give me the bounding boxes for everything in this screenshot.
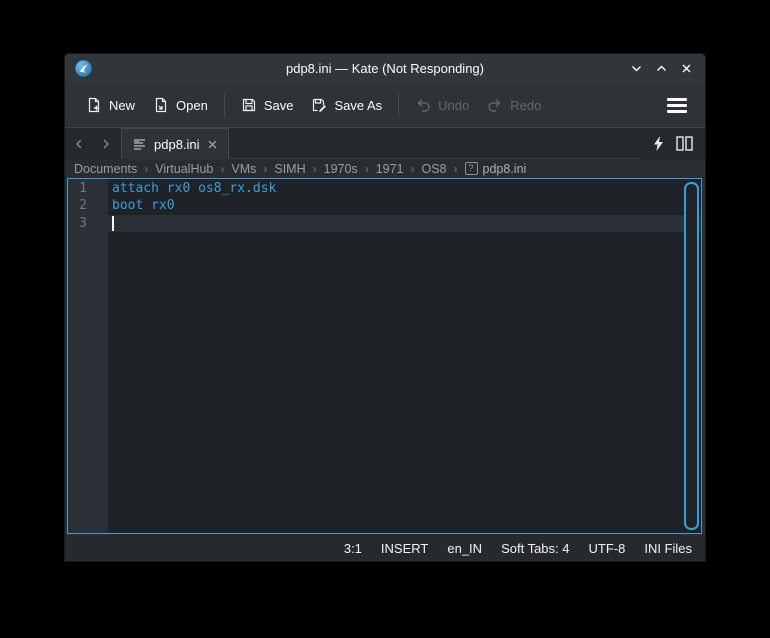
- breadcrumb-separator: ›: [411, 162, 415, 176]
- split-view-icon[interactable]: [676, 136, 693, 151]
- undo-button[interactable]: Undo: [406, 91, 478, 119]
- status-dictionary[interactable]: en_IN: [446, 539, 483, 558]
- code-line-2: boot rx0: [108, 197, 701, 214]
- open-document-icon: [153, 97, 169, 113]
- tab-forward-button[interactable]: [92, 128, 119, 159]
- tab-label: pdp8.ini: [154, 137, 200, 152]
- status-tab-width[interactable]: Soft Tabs: 4: [500, 539, 570, 558]
- line-number: 1: [68, 180, 87, 197]
- breadcrumb-separator: ›: [313, 162, 317, 176]
- undo-icon: [415, 97, 431, 113]
- code-line-1: attach rx0 os8_rx.dsk: [108, 180, 701, 197]
- code-line-3-current: [108, 215, 701, 232]
- new-document-icon: [86, 97, 102, 113]
- tab-bar-empty-area: [229, 128, 641, 159]
- tab-close-icon[interactable]: [207, 139, 218, 150]
- breadcrumb-item[interactable]: OS8: [422, 162, 447, 176]
- save-as-icon: [311, 97, 327, 113]
- open-button[interactable]: Open: [144, 91, 217, 119]
- breadcrumb-current-file-label: pdp8.ini: [483, 162, 527, 176]
- status-cursor-position[interactable]: 3:1: [343, 539, 363, 558]
- minimize-button[interactable]: [629, 62, 643, 76]
- redo-icon: [487, 97, 503, 113]
- new-button[interactable]: New: [77, 91, 144, 119]
- chevron-left-icon: [73, 138, 85, 150]
- status-file-type[interactable]: INI Files: [643, 539, 693, 558]
- chevron-right-icon: [100, 138, 112, 150]
- breadcrumb-separator: ›: [220, 162, 224, 176]
- breadcrumb-item[interactable]: Documents: [74, 162, 137, 176]
- save-as-button[interactable]: Save As: [302, 91, 391, 119]
- document-text-icon: [132, 137, 147, 152]
- toolbar-separator: [224, 93, 225, 117]
- editor-view: 1 2 3 attach rx0 os8_rx.dsk boot rx0: [67, 178, 702, 534]
- editor-scrollbar-slider[interactable]: [684, 182, 699, 530]
- status-encoding[interactable]: UTF-8: [587, 539, 626, 558]
- breadcrumb-item[interactable]: 1971: [376, 162, 404, 176]
- maximize-button[interactable]: [654, 62, 668, 76]
- open-button-label: Open: [176, 98, 208, 113]
- status-input-mode[interactable]: INSERT: [380, 539, 429, 558]
- breadcrumb-current-file[interactable]: ? pdp8.ini: [465, 162, 527, 176]
- save-as-button-label: Save As: [334, 98, 382, 113]
- save-button-label: Save: [264, 98, 294, 113]
- line-number-gutter: 1 2 3: [68, 179, 108, 533]
- undo-button-label: Undo: [438, 98, 469, 113]
- save-button[interactable]: Save: [232, 91, 303, 119]
- breadcrumb: Documents › VirtualHub › VMs › SIMH › 19…: [65, 159, 705, 178]
- breadcrumb-item[interactable]: VMs: [231, 162, 256, 176]
- hamburger-menu-button[interactable]: [667, 94, 687, 117]
- text-cursor: [112, 216, 114, 231]
- line-number: 3: [68, 215, 87, 232]
- breadcrumb-item[interactable]: VirtualHub: [155, 162, 213, 176]
- save-icon: [241, 97, 257, 113]
- breadcrumb-item[interactable]: 1970s: [324, 162, 358, 176]
- status-bar: 3:1 INSERT en_IN Soft Tabs: 4 UTF-8 INI …: [65, 535, 705, 561]
- breadcrumb-separator: ›: [365, 162, 369, 176]
- tab-bar: pdp8.ini: [65, 128, 705, 159]
- titlebar[interactable]: pdp8.ini — Kate (Not Responding): [65, 54, 705, 83]
- tab-back-button[interactable]: [65, 128, 92, 159]
- redo-button-label: Redo: [510, 98, 541, 113]
- main-toolbar: New Open Save Save As: [65, 83, 705, 128]
- window-title: pdp8.ini — Kate (Not Responding): [65, 61, 705, 76]
- toolbar-separator: [398, 93, 399, 117]
- redo-button[interactable]: Redo: [478, 91, 550, 119]
- breadcrumb-separator: ›: [144, 162, 148, 176]
- text-edit-area[interactable]: attach rx0 os8_rx.dsk boot rx0: [108, 179, 701, 533]
- breadcrumb-separator: ›: [454, 162, 458, 176]
- unknown-file-icon: ?: [465, 162, 478, 175]
- line-number: 2: [68, 197, 87, 214]
- close-button[interactable]: [679, 62, 693, 76]
- quick-open-lightning-icon[interactable]: [653, 136, 664, 151]
- tab-pdp8-ini[interactable]: pdp8.ini: [121, 128, 229, 159]
- breadcrumb-separator: ›: [263, 162, 267, 176]
- kate-window: pdp8.ini — Kate (Not Responding) New: [64, 53, 706, 562]
- new-button-label: New: [109, 98, 135, 113]
- breadcrumb-item[interactable]: SIMH: [274, 162, 305, 176]
